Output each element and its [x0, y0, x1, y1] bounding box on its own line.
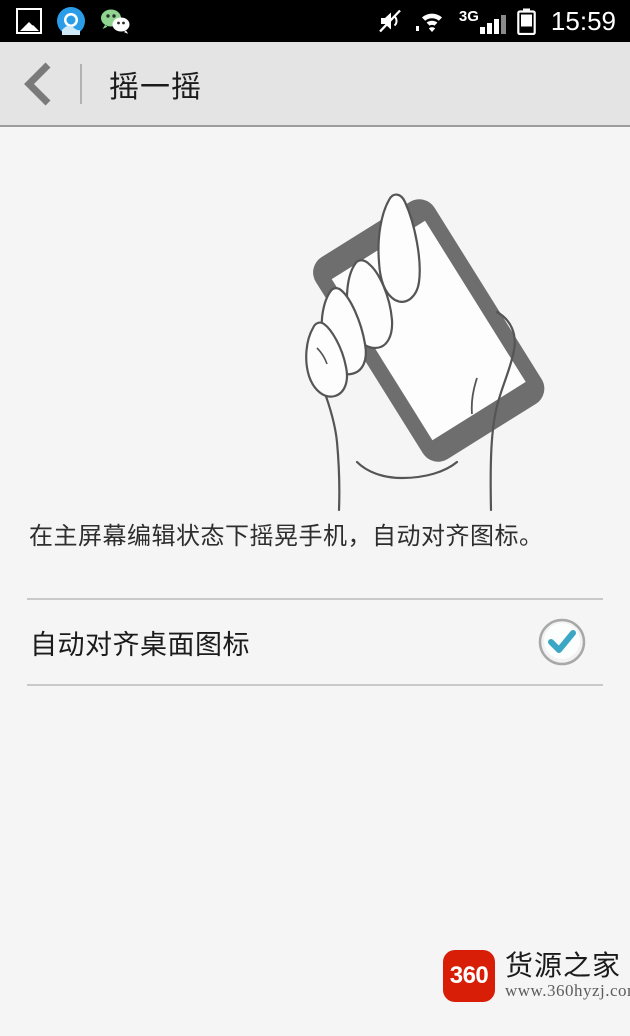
setting-row-auto-align[interactable]: 自动对齐桌面图标	[27, 600, 603, 684]
status-bar-right-icons: 3G 15:59	[377, 8, 616, 35]
wifi-icon	[414, 8, 448, 34]
watermark: 360 货源之家 www.360hyzj.com	[443, 950, 630, 1002]
main-content: 在主屏幕编辑状态下摇晃手机，自动对齐图标。 自动对齐桌面图标	[0, 127, 630, 1036]
wechat-icon	[100, 8, 130, 34]
watermark-url: www.360hyzj.com	[505, 981, 630, 1001]
title-bar: 摇一摇	[0, 42, 630, 126]
setting-label: 自动对齐桌面图标	[30, 629, 250, 661]
checkmark-icon	[538, 618, 586, 666]
auto-align-checkbox[interactable]	[538, 618, 586, 666]
setting-divider-bottom	[27, 684, 603, 686]
network-type-label: 3G	[458, 8, 479, 25]
signal-bars	[479, 14, 506, 34]
clock: 15:59	[550, 6, 616, 36]
title-divider	[80, 64, 82, 104]
status-bar-left-icons	[16, 6, 130, 36]
watermark-text: 货源之家 www.360hyzj.com	[505, 948, 630, 1001]
battery-icon	[517, 8, 536, 35]
gallery-icon	[16, 8, 42, 34]
qq-browser-icon	[56, 6, 86, 36]
back-chevron-icon	[24, 62, 51, 106]
description-text: 在主屏幕编辑状态下摇晃手机，自动对齐图标。	[29, 522, 544, 550]
page-title: 摇一摇	[109, 70, 202, 105]
back-button[interactable]	[0, 42, 80, 126]
status-bar: 3G 15:59	[0, 0, 630, 42]
mute-icon	[377, 8, 403, 34]
watermark-title: 货源之家	[505, 948, 622, 982]
hand-holding-phone-illustration	[297, 172, 567, 512]
signal-icon: 3G	[459, 8, 506, 34]
watermark-logo: 360	[443, 950, 495, 1002]
